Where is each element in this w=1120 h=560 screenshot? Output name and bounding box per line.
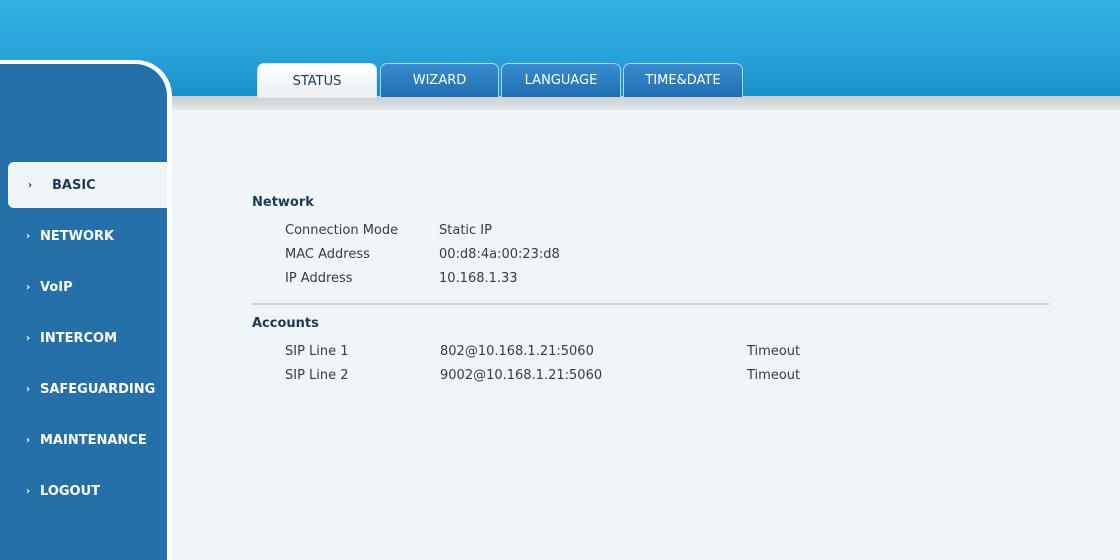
chevron-right-icon: › — [26, 485, 31, 497]
network-section-title: Network — [252, 195, 314, 210]
tab-status[interactable]: STATUS — [257, 63, 377, 98]
section-divider — [252, 303, 1049, 305]
sidebar-item-label: BASIC — [52, 177, 96, 193]
chevron-right-icon: › — [26, 434, 31, 446]
sip-line-2-label: SIP Line 2 — [285, 368, 349, 383]
accounts-section-title: Accounts — [252, 316, 319, 331]
tab-wizard[interactable]: WIZARD — [380, 63, 499, 97]
chevron-right-icon: › — [28, 179, 33, 191]
sidebar-item-network[interactable]: › NETWORK — [0, 213, 167, 259]
app-root: › BASIC › NETWORK › VoIP › INTERCOM › SA… — [0, 0, 1120, 560]
tab-language[interactable]: LANGUAGE — [501, 63, 621, 97]
chevron-right-icon: › — [26, 383, 31, 395]
sidebar-item-intercom[interactable]: › INTERCOM — [0, 315, 167, 361]
mac-address-value: 00:d8:4a:00:23:d8 — [439, 247, 560, 262]
sidebar-item-label: VoIP — [40, 279, 73, 295]
chevron-right-icon: › — [26, 281, 31, 293]
ip-address-value: 10.168.1.33 — [439, 271, 518, 286]
tab-underline-band — [170, 96, 1120, 110]
mac-address-label: MAC Address — [285, 247, 370, 262]
content-area — [170, 110, 1120, 560]
connection-mode-label: Connection Mode — [285, 223, 399, 238]
sip-line-1-value: 802@10.168.1.21:5060 — [440, 344, 594, 359]
ip-address-label: IP Address — [285, 271, 353, 286]
chevron-right-icon: › — [26, 230, 31, 242]
sidebar-item-label: NETWORK — [40, 228, 115, 244]
connection-mode-value: Static IP — [439, 223, 492, 238]
sidebar-item-label: INTERCOM — [40, 330, 118, 346]
sidebar-item-basic[interactable]: › BASIC — [8, 162, 167, 208]
sidebar-item-label: LOGOUT — [40, 483, 101, 499]
sidebar-item-safeguarding[interactable]: › SAFEGUARDING — [0, 366, 167, 412]
tab-time-date[interactable]: TIME&DATE — [623, 63, 743, 97]
sidebar-item-logout[interactable]: › LOGOUT — [0, 468, 167, 514]
sidebar-item-maintenance[interactable]: › MAINTENANCE — [0, 417, 167, 463]
sidebar-item-label: MAINTENANCE — [40, 432, 147, 448]
sip-line-1-status: Timeout — [747, 344, 801, 359]
sip-line-1-label: SIP Line 1 — [285, 344, 349, 359]
sidebar-item-label: SAFEGUARDING — [40, 381, 156, 397]
chevron-right-icon: › — [26, 332, 31, 344]
sidebar-item-voip[interactable]: › VoIP — [0, 264, 167, 310]
sip-line-2-status: Timeout — [747, 368, 801, 383]
sip-line-2-value: 9002@10.168.1.21:5060 — [440, 368, 603, 383]
